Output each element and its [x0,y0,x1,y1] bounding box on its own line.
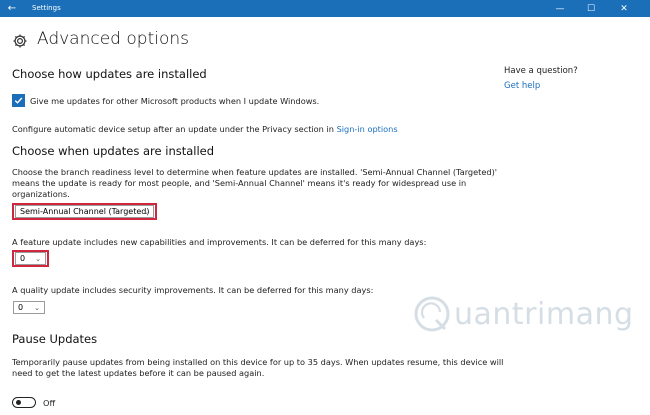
get-help-link[interactable]: Get help [504,81,540,91]
feature-days-select[interactable]: 0 ⌄ [15,252,46,265]
install-section-heading: Choose how updates are installed [12,67,207,81]
microsoft-products-checkbox[interactable] [12,94,25,107]
checkmark-icon [14,97,23,104]
back-arrow-icon[interactable]: ← [0,0,24,17]
branch-description-line3: organizations. [12,189,70,199]
branch-description-line2: means the update is ready for most peopl… [12,178,467,188]
chevron-down-icon: ⌄ [34,304,40,312]
close-button[interactable]: ✕ [610,0,638,17]
minimize-button[interactable]: — [546,0,574,17]
feature-days-value: 0 [20,254,26,263]
quality-deferral-text: A quality update includes security impro… [12,285,374,295]
watermark-text: uantrimang [454,296,634,332]
quality-days-value: 0 [18,303,24,312]
pause-section-heading: Pause Updates [12,332,98,346]
when-section-heading: Choose when updates are installed [12,144,215,158]
microsoft-products-label: Give me updates for other Microsoft prod… [30,96,320,106]
sidebar-question: Have a question? [504,66,578,76]
chevron-down-icon: ⌄ [143,208,149,216]
pause-toggle-state: Off [43,398,56,408]
watermark-q-icon [414,296,450,332]
device-setup-text: Configure automatic device setup after a… [12,123,398,135]
title-bar: ← Settings — ☐ ✕ [0,0,650,17]
page-title: Advanced options [37,29,189,49]
sign-in-options-link[interactable]: Sign-in options [337,124,398,134]
watermark-logo: uantrimang [412,294,634,334]
chevron-down-icon: ⌄ [35,255,41,263]
toggle-knob [16,400,21,405]
branch-readiness-select[interactable]: Semi-Annual Channel (Targeted) ⌄ [15,205,154,218]
window-title: Settings [32,4,61,12]
feature-deferral-text: A feature update includes new capabiliti… [12,237,427,247]
pause-description-line2: need to get the latest updates before it… [12,368,265,378]
device-setup-description: Configure automatic device setup after a… [12,124,334,134]
pause-updates-toggle[interactable] [12,397,36,408]
maximize-button[interactable]: ☐ [577,0,605,17]
quality-days-select[interactable]: 0 ⌄ [13,301,45,314]
gear-icon [13,34,27,48]
branch-select-value: Semi-Annual Channel (Targeted) [20,207,150,216]
